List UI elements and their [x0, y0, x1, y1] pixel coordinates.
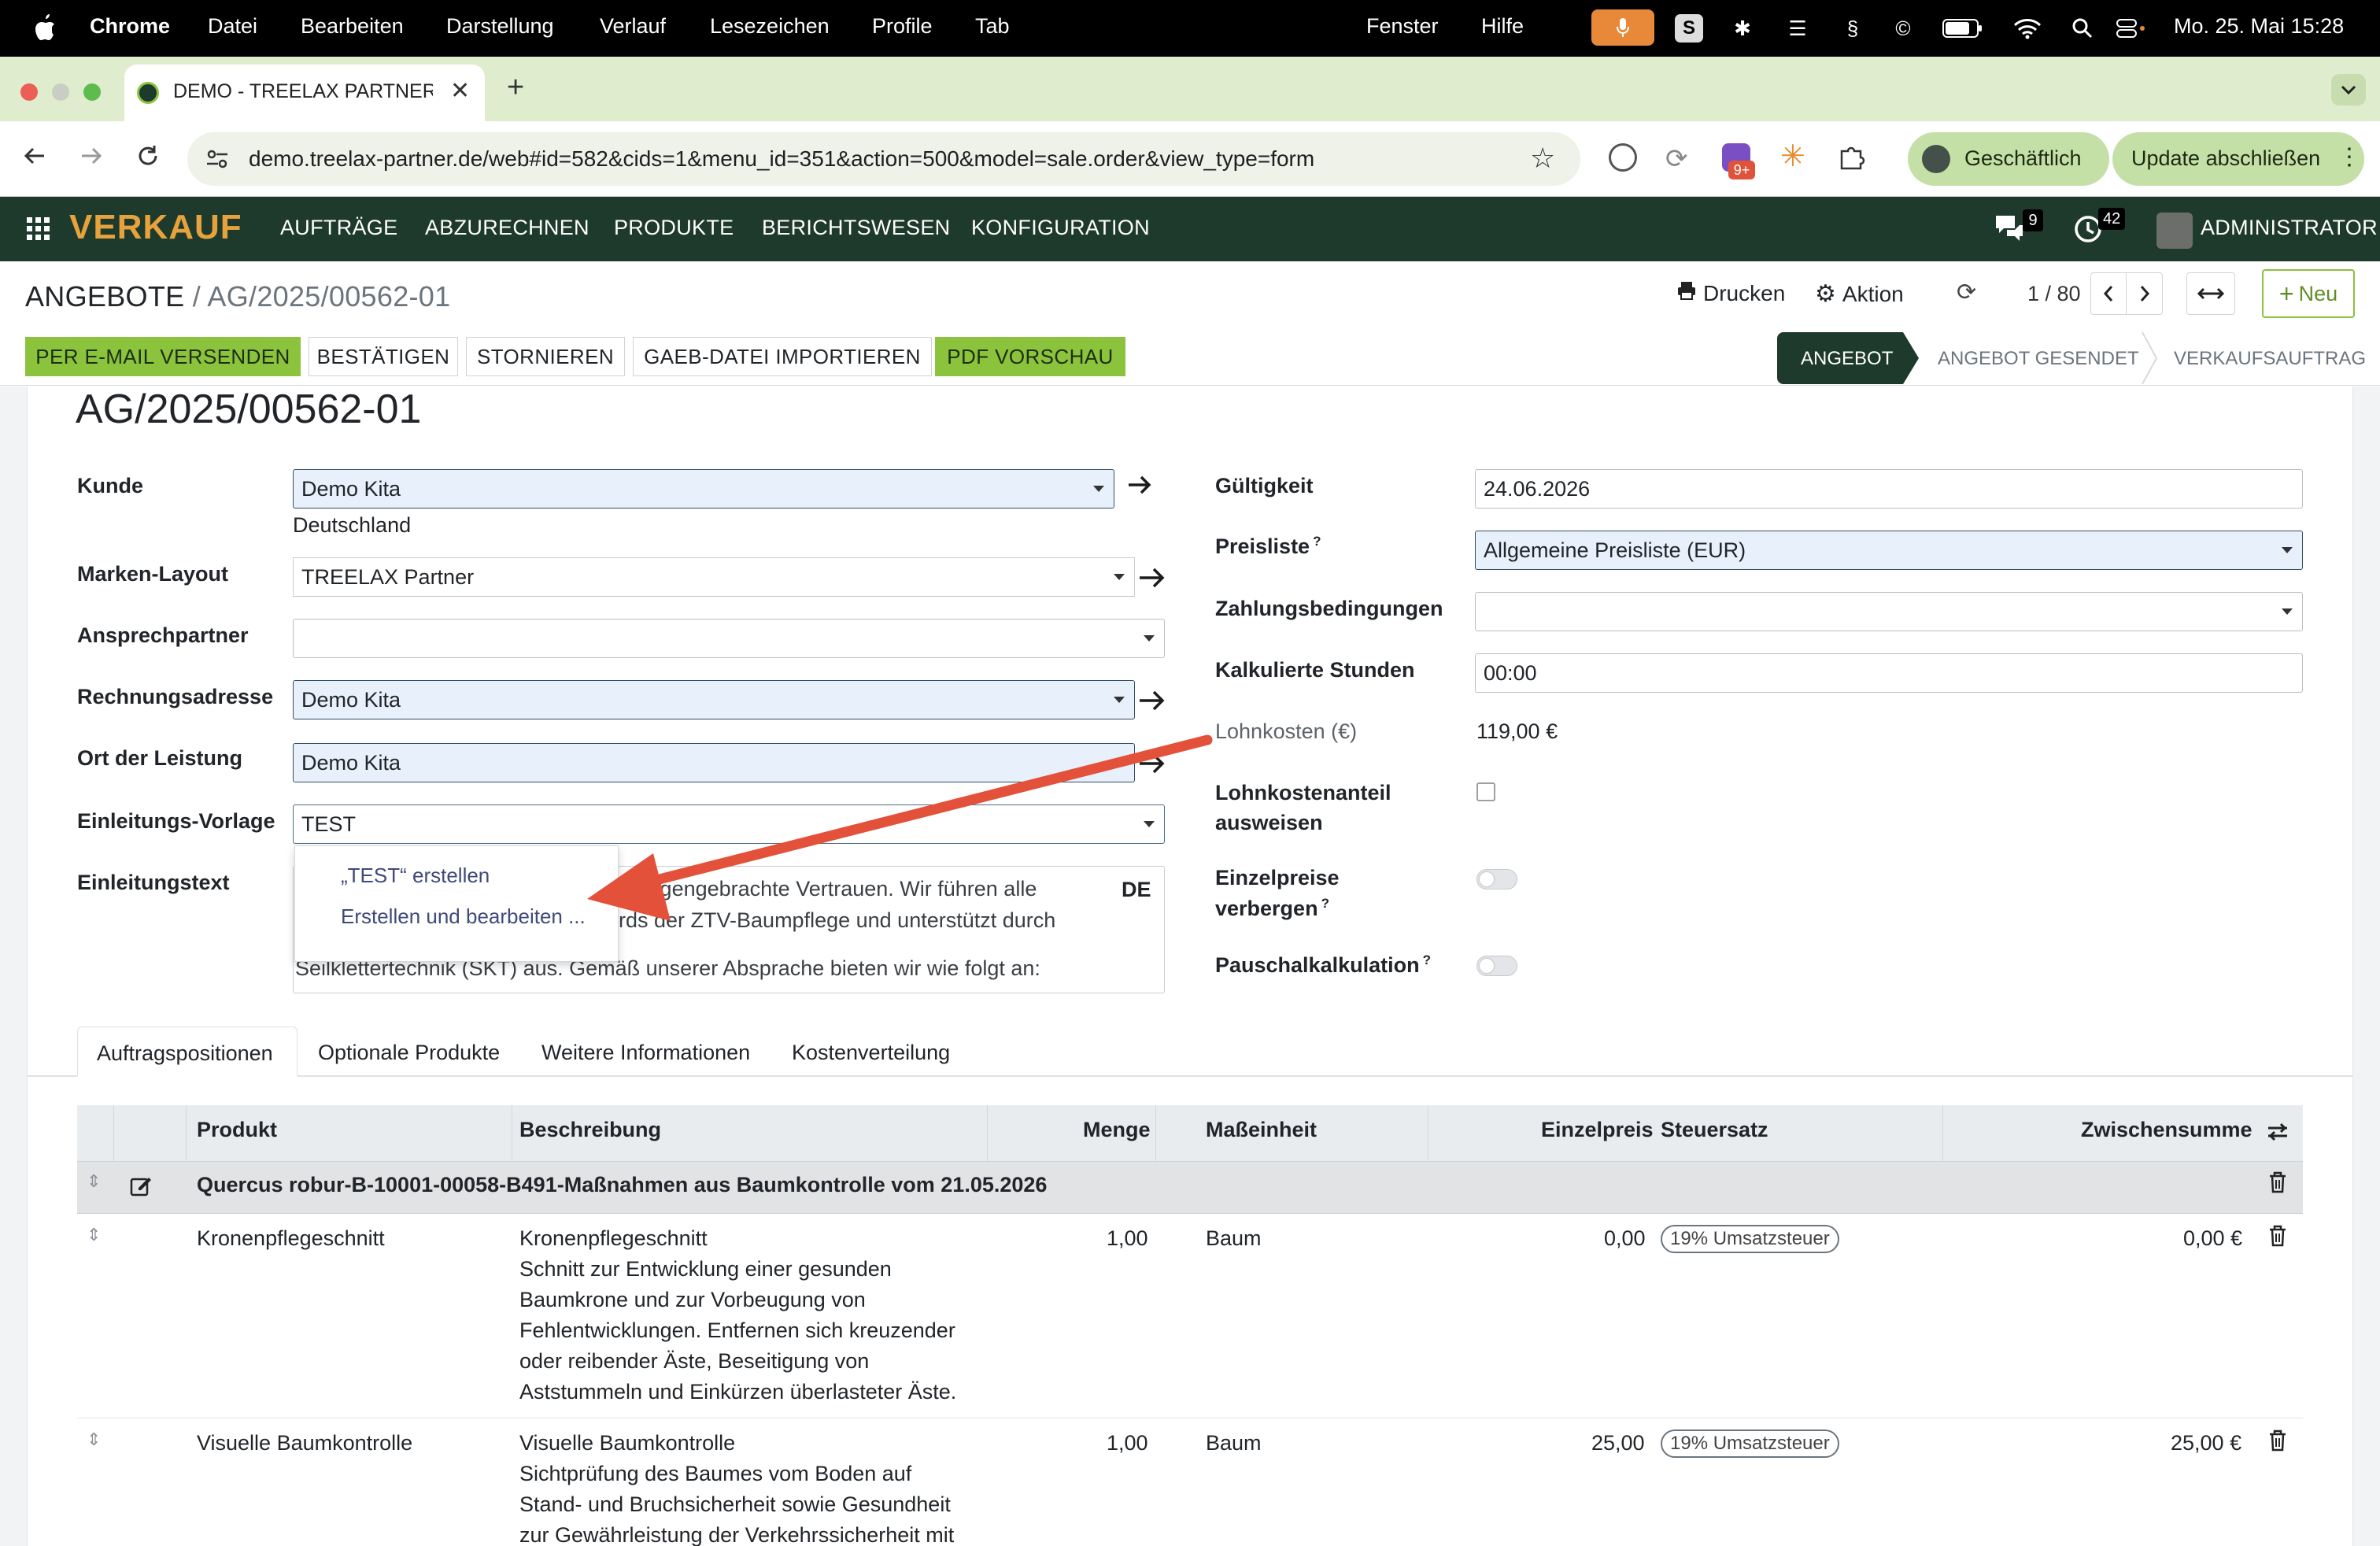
row1-desc-line: Schnitt zur Entwicklung einer gesunden	[519, 1257, 892, 1281]
row1-price[interactable]: 0,00	[1604, 1226, 1646, 1251]
row1-tax-badge[interactable]: 19% Umsatzsteuer	[1661, 1225, 1839, 1253]
drag-handle-icon[interactable]: ⇕	[87, 1171, 101, 1192]
trash-icon[interactable]	[2268, 1429, 2287, 1455]
tabs-baseline	[27, 1075, 2353, 1077]
tab-auftragspositionen[interactable]: Auftragspositionen	[77, 1026, 298, 1077]
col-divider	[113, 1105, 114, 1162]
table-header	[77, 1105, 2303, 1162]
row1-uom[interactable]: Baum	[1206, 1226, 1262, 1251]
edit-section-icon[interactable]	[129, 1174, 153, 1202]
table-row[interactable]	[77, 1214, 2303, 1418]
row2-product[interactable]: Visuelle Baumkontrolle	[197, 1431, 412, 1455]
row2-subtotal: 25,00 €	[2171, 1431, 2242, 1455]
row1-desc-line: Aststummeln und Einkürzen überlasteter Ä…	[519, 1380, 957, 1404]
col-produkt[interactable]: Produkt	[197, 1118, 277, 1142]
tab-auftragspositionen-label: Auftragspositionen	[97, 1041, 273, 1065]
row1-desc-line: Baumkrone und zur Vorbeugung von	[519, 1288, 866, 1311]
row2-desc-line: Stand- und Bruchsicherheit sowie Gesundh…	[519, 1492, 951, 1516]
row2-desc-line: Sichtprüfung des Baumes vom Boden auf	[519, 1462, 912, 1485]
section-title: Quercus robur-B-10001-00058-B491-Maßnahm…	[197, 1173, 1048, 1196]
drag-handle-icon[interactable]: ⇕	[87, 1225, 101, 1245]
row2-price[interactable]: 25,00	[1591, 1431, 1645, 1455]
tab-optionale-produkte[interactable]: Optionale Produkte	[318, 1041, 500, 1065]
drag-handle-icon[interactable]: ⇕	[87, 1429, 101, 1450]
row1-desc-line: Fehlentwicklungen. Entfernen sich kreuze…	[519, 1319, 955, 1342]
col-beschreibung[interactable]: Beschreibung	[519, 1118, 661, 1142]
row1-desc-line: Kronenpflegeschnitt	[519, 1226, 708, 1250]
row2-desc-line: Visuelle Baumkontrolle	[519, 1431, 736, 1455]
row1-product[interactable]: Kronenpflegeschnitt	[197, 1226, 385, 1251]
col-divider	[1155, 1105, 1156, 1162]
col-divider	[1942, 1105, 1943, 1162]
row2-desc-line: zur Gewährleistung der Verkehrssicherhei…	[519, 1523, 955, 1546]
trash-icon[interactable]	[2268, 1171, 2287, 1197]
row1-qty[interactable]: 1,00	[1107, 1226, 1148, 1251]
col-divider	[987, 1105, 988, 1162]
col-divider	[186, 1105, 187, 1162]
screen: Chrome Datei Bearbeiten Darstellung Verl…	[0, 0, 2380, 1546]
col-einzelpreis[interactable]: Einzelpreis	[1541, 1118, 1654, 1142]
col-steuersatz[interactable]: Steuersatz	[1661, 1118, 1768, 1142]
col-zwischensumme[interactable]: Zwischensumme	[2081, 1118, 2252, 1142]
tab-kostenverteilung[interactable]: Kostenverteilung	[792, 1041, 950, 1065]
tab-weitere-informationen[interactable]: Weitere Informationen	[541, 1041, 750, 1065]
row2-qty[interactable]: 1,00	[1107, 1431, 1148, 1455]
col-menge[interactable]: Menge	[1083, 1118, 1151, 1142]
row2-tax-badge[interactable]: 19% Umsatzsteuer	[1661, 1429, 1839, 1458]
col-masseinheit[interactable]: Maßeinheit	[1206, 1118, 1317, 1142]
trash-icon[interactable]	[2268, 1225, 2287, 1251]
row1-subtotal: 0,00 €	[2183, 1226, 2243, 1250]
row2-uom[interactable]: Baum	[1206, 1431, 1262, 1455]
optional-columns-icon[interactable]	[2267, 1121, 2289, 1147]
row1-desc-line: oder reibender Äste, Beseitigung von	[519, 1349, 870, 1373]
